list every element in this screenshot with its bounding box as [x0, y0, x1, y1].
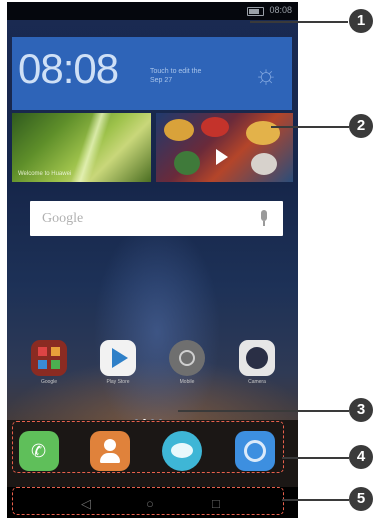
folder-tile	[38, 360, 47, 369]
callout-4: 4	[349, 445, 373, 469]
widget-clock: 08:08	[18, 45, 119, 92]
play-triangle	[112, 348, 128, 368]
callout-line	[271, 126, 349, 128]
status-bar[interactable]: 08:08	[7, 2, 298, 20]
app-label: Mobile	[179, 379, 195, 385]
weather-icon: ☼	[254, 59, 278, 89]
app-play-store[interactable]: Play Store	[93, 340, 143, 385]
navbar-highlight	[12, 487, 284, 515]
photo-blob	[201, 117, 229, 137]
app-label: Play Store	[106, 379, 130, 385]
play-icon	[216, 149, 228, 165]
app-label: Google	[40, 379, 58, 385]
play-store-icon	[100, 340, 136, 376]
photo-blob	[251, 153, 277, 175]
folder-icon	[31, 340, 67, 376]
mobile-icon	[169, 340, 205, 376]
widget-info-line1: Touch to edit the	[150, 68, 202, 75]
weather-widget[interactable]: 08:08 Touch to edit the Sep 27 ☼	[12, 37, 292, 110]
widget-info-line2: Sep 27	[150, 77, 173, 84]
camera-icon	[239, 340, 275, 376]
battery-icon	[247, 7, 264, 16]
app-mobile[interactable]: Mobile	[162, 340, 212, 385]
widget-info: Touch to edit the Sep 27	[150, 67, 240, 85]
callout-line	[178, 410, 349, 412]
callout-3: 3	[349, 398, 373, 422]
camera-lens	[246, 347, 268, 369]
status-time: 08:08	[269, 5, 292, 15]
callout-2: 2	[349, 114, 373, 138]
folder-tile	[51, 347, 60, 356]
google-search-bar[interactable]: Google	[30, 201, 283, 236]
app-camera[interactable]: Camera	[232, 340, 282, 385]
page-indicator[interactable]	[135, 409, 179, 422]
mobile-ring	[179, 350, 195, 366]
folder-tile	[38, 347, 47, 356]
callout-5: 5	[349, 487, 373, 511]
photo-blob	[174, 151, 200, 175]
search-placeholder: Google	[42, 211, 84, 226]
callout-line	[250, 21, 348, 23]
callout-1: 1	[349, 9, 373, 33]
callout-line	[282, 499, 349, 501]
app-google-folder[interactable]: Google	[24, 340, 74, 385]
callout-line	[282, 457, 349, 459]
plant-image	[68, 113, 114, 182]
photo-blob	[246, 121, 280, 145]
photo-blob	[164, 119, 194, 141]
gallery-tile[interactable]: Welcome to Huawei	[12, 113, 151, 182]
app-label: Camera	[248, 379, 266, 385]
video-tile[interactable]	[156, 113, 293, 182]
gallery-caption: Welcome to Huawei	[18, 171, 72, 177]
folder-tile	[51, 360, 60, 369]
microphone-icon[interactable]	[261, 210, 267, 226]
dock-highlight	[12, 421, 284, 473]
